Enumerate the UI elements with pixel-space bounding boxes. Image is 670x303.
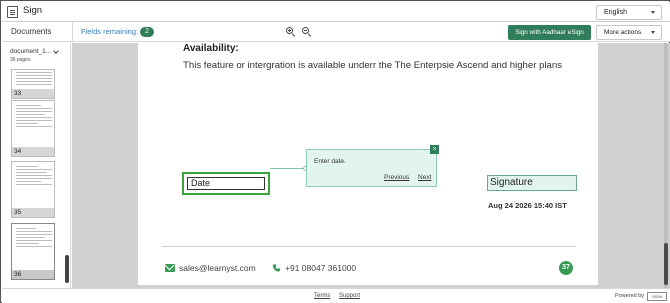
sign-with-aadhaar-button[interactable]: Sign with Aadhaar eSign xyxy=(508,25,591,40)
page-thumbnail[interactable]: 33 xyxy=(11,69,55,99)
close-icon[interactable]: × xyxy=(430,145,439,154)
page-footer-divider xyxy=(162,246,576,247)
page-thumbnail[interactable]: 34 xyxy=(11,100,55,157)
fields-remaining-badge: 2 xyxy=(140,27,154,37)
footer-phone: +91 08047 361000 xyxy=(285,263,357,273)
field-tooltip: Enter date. Previous Next × xyxy=(306,145,439,187)
section-text: This feature or intergration is availabl… xyxy=(183,60,563,71)
brand-logo: SIGN xyxy=(647,292,667,301)
page-number-badge: 37 xyxy=(559,261,573,275)
documents-sidebar: document_1... 36 pages 33 34 35 36 xyxy=(2,43,71,288)
viewer-scrollbar-thumb[interactable] xyxy=(664,243,668,285)
document-page: Availability: This feature or intergrati… xyxy=(138,43,598,285)
thumbnail-page-number: 36 xyxy=(12,270,54,279)
language-value: English xyxy=(604,9,627,16)
bottom-bar: Terms Support Powered by SIGN xyxy=(2,288,670,303)
page-thumbnail[interactable]: 35 xyxy=(11,161,55,218)
phone-icon xyxy=(272,264,281,272)
language-select[interactable]: English xyxy=(596,5,662,20)
chevron-down-icon[interactable] xyxy=(53,48,59,54)
chevron-down-icon xyxy=(651,31,655,34)
tooltip-connector xyxy=(270,168,305,169)
more-actions-button[interactable]: More actions xyxy=(596,25,662,40)
top-bar: Sign English xyxy=(2,2,670,22)
document-icon xyxy=(7,6,18,18)
signature-date: Aug 24 2026 15:40 IST xyxy=(488,201,567,210)
mail-icon xyxy=(165,264,175,272)
footer-email: sales@learnyst.com xyxy=(179,263,256,273)
zoom-out-icon[interactable] xyxy=(302,27,312,37)
date-input[interactable]: Date xyxy=(187,177,265,190)
chevron-down-icon xyxy=(651,11,655,14)
next-field-link[interactable]: Next xyxy=(418,174,431,181)
app-title: Sign xyxy=(23,5,43,16)
section-title: Availability: xyxy=(183,43,239,54)
powered-by-label: Powered by xyxy=(615,293,645,299)
viewer-scrollbar[interactable] xyxy=(664,43,668,288)
fields-remaining-label: Fields remaining: xyxy=(81,27,139,36)
document-viewer: Availability: This feature or intergrati… xyxy=(72,43,670,288)
signature-field[interactable]: Signature xyxy=(487,175,577,191)
thumbnail-page-number: 35 xyxy=(12,208,54,217)
toolbar-divider xyxy=(72,22,73,42)
document-page-count: 36 pages xyxy=(10,57,31,63)
zoom-in-icon[interactable] xyxy=(286,27,296,37)
thumbnail-page-number: 33 xyxy=(12,89,54,98)
toolbar: Documents Fields remaining: 2 Sign with … xyxy=(2,22,670,42)
terms-link[interactable]: Terms xyxy=(314,293,330,299)
date-field[interactable]: Date xyxy=(182,172,270,195)
previous-field-link[interactable]: Previous xyxy=(384,174,409,181)
more-actions-label: More actions xyxy=(604,29,642,36)
app-window: Sign English Documents Fields remaining:… xyxy=(0,0,670,303)
document-name[interactable]: document_1... xyxy=(10,48,51,55)
page-thumbnail-active[interactable]: 36 xyxy=(11,223,55,280)
documents-heading: Documents xyxy=(11,27,52,36)
support-link[interactable]: Support xyxy=(339,293,360,299)
tooltip-message: Enter date. xyxy=(314,158,346,165)
sidebar-scrollbar[interactable] xyxy=(65,255,69,283)
thumbnail-page-number: 34 xyxy=(12,147,54,156)
